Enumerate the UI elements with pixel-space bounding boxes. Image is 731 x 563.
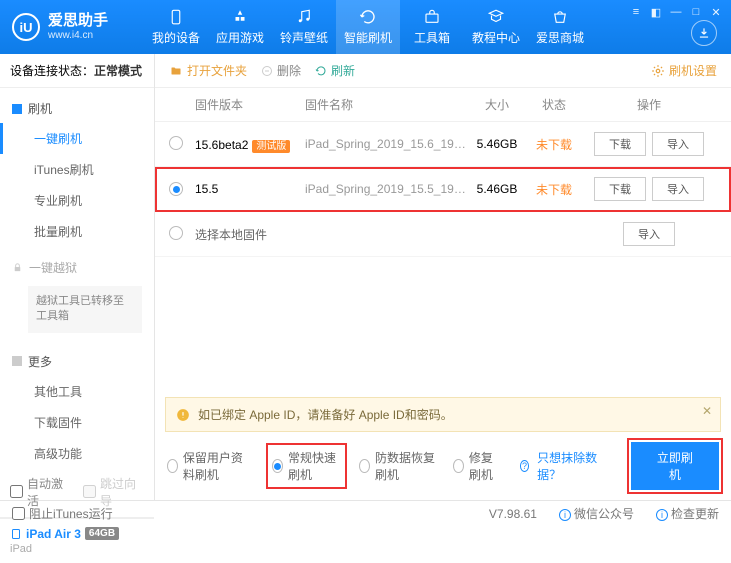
- firmware-row[interactable]: 15.5 iPad_Spring_2019_15.5_19F77_Restore…: [155, 167, 731, 212]
- toolbar: 打开文件夹 删除 刷新 刷机设置: [155, 54, 731, 88]
- nav-my-device[interactable]: 我的设备: [144, 0, 208, 54]
- menu-icon[interactable]: ≡: [629, 6, 643, 18]
- flash-settings-button[interactable]: 刷机设置: [651, 62, 717, 79]
- alert-close-icon[interactable]: ✕: [702, 404, 712, 418]
- download-manager-icon[interactable]: [691, 20, 717, 46]
- warning-icon: [176, 408, 190, 422]
- titlebar: iU 爱思助手 www.i4.cn 我的设备 应用游戏 铃声壁纸 智能刷机 工具…: [0, 0, 731, 54]
- mode-keep-data[interactable]: 保留用户资料刷机: [167, 449, 254, 483]
- flash-now-button[interactable]: 立即刷机: [631, 442, 719, 490]
- mode-anti-recovery[interactable]: 防数据恢复刷机: [359, 449, 437, 483]
- import-button[interactable]: 导入: [652, 177, 704, 201]
- refresh-icon: [315, 65, 327, 77]
- local-firmware-row[interactable]: 选择本地固件 导入: [155, 212, 731, 257]
- wechat-link[interactable]: i微信公众号: [559, 505, 634, 522]
- beta-tag: 测试版: [252, 140, 290, 153]
- logo-icon: iU: [12, 13, 40, 41]
- download-button[interactable]: 下载: [594, 132, 646, 156]
- open-folder-button[interactable]: 打开文件夹: [169, 62, 247, 79]
- sidebar-item-advanced[interactable]: 高级功能: [0, 438, 154, 469]
- device-info[interactable]: iPad Air 3 64GB iPad: [0, 518, 154, 563]
- sidebar-item-itunes[interactable]: iTunes刷机: [0, 154, 154, 185]
- skip-guide-checkbox[interactable]: 跳过向导: [83, 475, 144, 509]
- lock-icon: [12, 262, 23, 273]
- sidebar-item-pro[interactable]: 专业刷机: [0, 185, 154, 216]
- main-panel: 打开文件夹 删除 刷新 刷机设置 固件版本 固件名称 大小 状态 操作 15.6…: [155, 54, 731, 500]
- version-label: V7.98.61: [489, 507, 537, 521]
- table-header: 固件版本 固件名称 大小 状态 操作: [155, 88, 731, 122]
- refresh-button[interactable]: 刷新: [315, 62, 355, 79]
- auto-activate-checkbox[interactable]: 自动激活: [10, 475, 71, 509]
- block-itunes-checkbox[interactable]: 阻止iTunes运行: [12, 505, 113, 522]
- sidebar-item-batch[interactable]: 批量刷机: [0, 216, 154, 247]
- sidebar-item-download-fw[interactable]: 下载固件: [0, 407, 154, 438]
- sidebar-head-more[interactable]: 更多: [0, 347, 154, 376]
- mode-quick[interactable]: 常规快速刷机: [270, 447, 343, 485]
- download-button[interactable]: 下载: [594, 177, 646, 201]
- brand-name: 爱思助手: [48, 13, 108, 30]
- sidebar-head-jailbreak: 一键越狱: [0, 253, 154, 282]
- radio[interactable]: [169, 182, 183, 196]
- delete-button[interactable]: 删除: [261, 62, 301, 79]
- appleid-alert: 如已绑定 Apple ID，请准备好 Apple ID和密码。 ✕: [165, 397, 721, 432]
- logo: iU 爱思助手 www.i4.cn: [0, 13, 120, 41]
- window-controls: ≡ ◧ — □ ✕: [629, 6, 723, 18]
- check-update-link[interactable]: i检查更新: [656, 505, 719, 522]
- brand-url: www.i4.cn: [48, 30, 108, 41]
- close-icon[interactable]: ✕: [709, 6, 723, 18]
- delete-icon: [261, 65, 273, 77]
- connection-status: 设备连接状态：正常模式: [0, 54, 154, 88]
- erase-only-link[interactable]: ?只想抹除数据？: [520, 449, 599, 483]
- main-nav: 我的设备 应用游戏 铃声壁纸 智能刷机 工具箱 教程中心 爱思商城: [144, 0, 592, 54]
- maximize-icon[interactable]: □: [689, 6, 703, 18]
- sidebar: 设备连接状态：正常模式 刷机 一键刷机 iTunes刷机 专业刷机 批量刷机 一…: [0, 54, 155, 500]
- nav-tutorials[interactable]: 教程中心: [464, 0, 528, 54]
- minimize-icon[interactable]: —: [669, 6, 683, 18]
- nav-flash[interactable]: 智能刷机: [336, 0, 400, 54]
- nav-toolbox[interactable]: 工具箱: [400, 0, 464, 54]
- nav-apps[interactable]: 应用游戏: [208, 0, 272, 54]
- import-button[interactable]: 导入: [652, 132, 704, 156]
- sidebar-item-oneclick[interactable]: 一键刷机: [0, 123, 154, 154]
- mode-repair[interactable]: 修复刷机: [453, 449, 504, 483]
- sidebar-head-flash[interactable]: 刷机: [0, 94, 154, 123]
- tablet-icon: [10, 527, 22, 541]
- folder-icon: [169, 65, 183, 77]
- nav-ringtones[interactable]: 铃声壁纸: [272, 0, 336, 54]
- firmware-row[interactable]: 15.6beta2测试版 iPad_Spring_2019_15.6_19G50…: [155, 122, 731, 167]
- sidebar-item-other[interactable]: 其他工具: [0, 376, 154, 407]
- skin-icon[interactable]: ◧: [649, 6, 663, 18]
- radio[interactable]: [169, 136, 183, 150]
- import-button[interactable]: 导入: [623, 222, 675, 246]
- gear-icon: [651, 64, 665, 78]
- flash-modes: 保留用户资料刷机 常规快速刷机 防数据恢复刷机 修复刷机 ?只想抹除数据？ 立即…: [155, 432, 731, 500]
- radio[interactable]: [169, 226, 183, 240]
- nav-store[interactable]: 爱思商城: [528, 0, 592, 54]
- jailbreak-note: 越狱工具已转移至工具箱: [28, 286, 142, 333]
